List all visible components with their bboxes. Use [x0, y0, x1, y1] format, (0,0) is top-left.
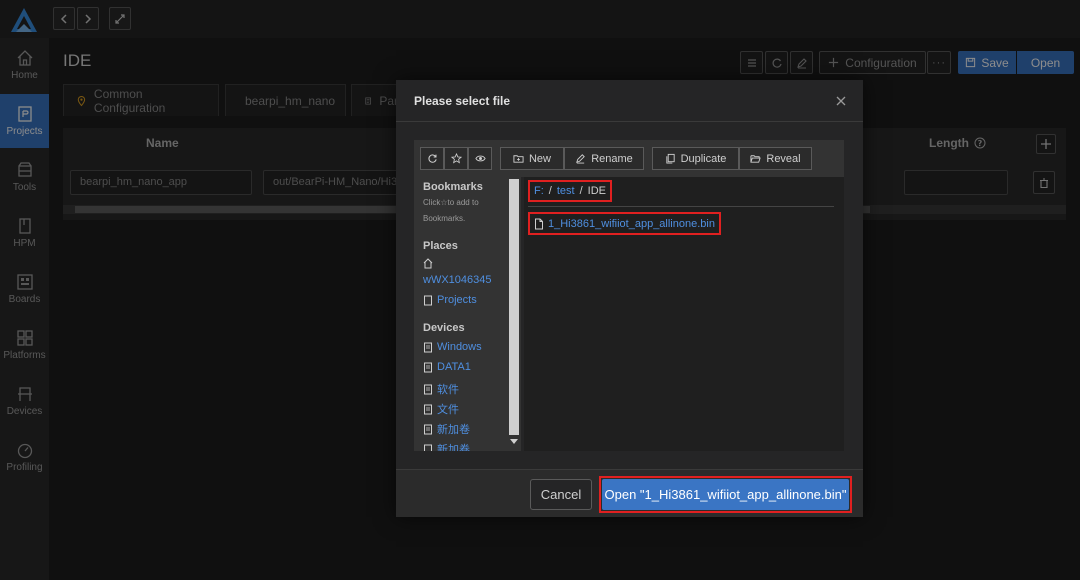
breadcrumb-drive[interactable]: F: [534, 185, 544, 197]
drive-icon [424, 404, 432, 414]
breadcrumb-separator: / [548, 185, 552, 197]
drive-icon [424, 362, 432, 372]
device-label: 新加卷 [437, 444, 470, 451]
breadcrumb: F: / test / IDE [528, 180, 612, 202]
new-folder-button[interactable]: New [500, 147, 564, 170]
document-icon [424, 295, 432, 305]
device-item-software[interactable]: 软件 [423, 381, 459, 397]
bookmark-button[interactable] [444, 147, 468, 170]
place-label: wWX1046345 [423, 274, 492, 286]
drive-icon [424, 342, 432, 352]
eye-icon [474, 155, 486, 162]
file-name: 1_Hi3861_wifiiot_app_allinone.bin [548, 217, 715, 230]
bookmarks-hint: Click☆to add to Bookmarks. [423, 195, 513, 227]
duplicate-label: Duplicate [680, 152, 727, 165]
file-manager-toolbar: New Rename Duplicate Reveal [414, 140, 844, 177]
breadcrumb-current: IDE [587, 185, 606, 197]
places-heading: Places [423, 240, 458, 252]
device-item-new-volume[interactable]: 新加卷 [423, 421, 470, 437]
device-item-files[interactable]: 文件 [423, 401, 459, 417]
device-label: DATA1 [437, 361, 471, 373]
folder-open-icon [750, 155, 762, 163]
cancel-button[interactable]: Cancel [530, 479, 592, 510]
file-item[interactable]: 1_Hi3861_wifiiot_app_allinone.bin [528, 212, 721, 235]
breadcrumb-folder[interactable]: test [557, 185, 575, 197]
rename-label: Rename [591, 152, 633, 165]
place-item-home[interactable]: wWX1046345 [423, 274, 492, 286]
drive-icon [424, 424, 432, 434]
reveal-label: Reveal [766, 152, 801, 165]
duplicate-button[interactable]: Duplicate [652, 147, 739, 170]
star-icon [450, 153, 462, 164]
breadcrumb-divider [528, 206, 834, 207]
refresh-button[interactable] [420, 147, 444, 170]
new-label: New [528, 152, 551, 165]
reveal-button[interactable]: Reveal [739, 147, 812, 170]
device-label: 新加卷 [437, 424, 470, 436]
place-item-projects[interactable]: Projects [423, 294, 477, 306]
new-folder-icon [513, 155, 524, 163]
drive-icon [424, 384, 432, 394]
device-item-data1[interactable]: DATA1 [423, 361, 471, 373]
device-label: 软件 [437, 384, 459, 396]
device-list-clip: 新加卷 [414, 439, 507, 451]
pencil-icon [576, 154, 586, 164]
confirm-highlight: Open "1_Hi3861_wifiiot_app_allinone.bin" [599, 476, 852, 513]
file-picker-dialog: Please select file New Rename Duplicate … [396, 80, 863, 517]
close-button[interactable] [834, 94, 848, 108]
breadcrumb-separator: / [579, 185, 583, 197]
devices-heading: Devices [423, 322, 465, 334]
locations-pane: Bookmarks Click☆to add to Bookmarks. Pla… [414, 177, 521, 451]
file-list-pane: F: / test / IDE 1_Hi3861_wifiiot_app_all… [524, 177, 844, 451]
star-icon: ☆ [440, 198, 448, 207]
scroll-down-arrow-icon[interactable] [510, 439, 518, 444]
home-icon [423, 258, 433, 269]
place-label: Projects [437, 294, 477, 306]
device-item-new-volume-2[interactable]: 新加卷 [423, 441, 470, 451]
device-item-windows[interactable]: Windows [423, 341, 482, 353]
dialog-title: Please select file [414, 94, 511, 108]
scrollbar-thumb[interactable] [509, 179, 519, 435]
dialog-divider [396, 121, 863, 122]
bookmarks-heading: Bookmarks [423, 181, 483, 193]
copy-icon [665, 153, 675, 164]
device-label: 文件 [437, 404, 459, 416]
home-place-icon[interactable] [423, 258, 433, 269]
device-label: Windows [437, 341, 482, 353]
locations-scrollbar[interactable] [507, 177, 521, 451]
rename-button[interactable]: Rename [564, 147, 644, 170]
toggle-hidden-button[interactable] [468, 147, 492, 170]
refresh-icon [427, 154, 437, 163]
bookmarks-hint-text: Click [423, 198, 441, 207]
drive-icon [424, 444, 432, 451]
open-file-button[interactable]: Open "1_Hi3861_wifiiot_app_allinone.bin" [602, 479, 849, 510]
file-icon [535, 218, 543, 229]
dialog-footer: Cancel Open "1_Hi3861_wifiiot_app_allino… [396, 469, 863, 517]
close-icon [836, 96, 846, 106]
